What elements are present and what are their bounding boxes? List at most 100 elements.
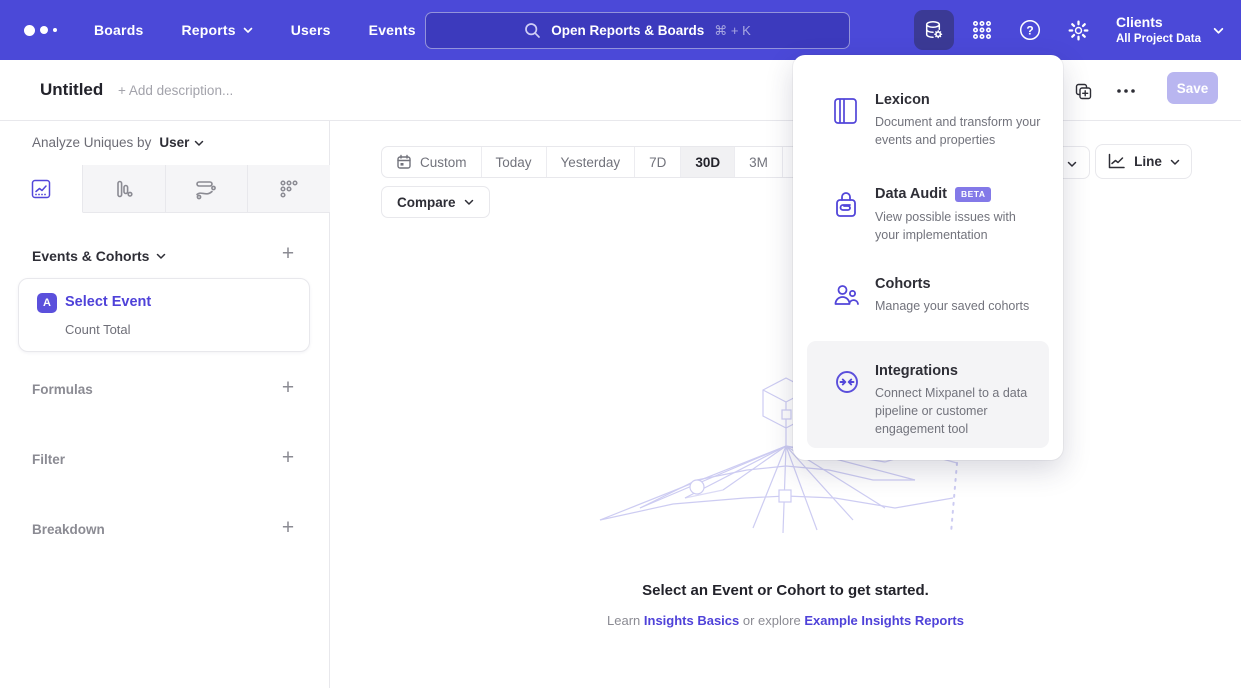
date-range-today-label: Today xyxy=(496,155,532,170)
data-management-button[interactable] xyxy=(914,10,954,50)
search-shortcut: ⌘ + K xyxy=(714,23,751,39)
line-chart-tab-icon xyxy=(30,178,52,200)
event-card[interactable]: A Select Event Count Total xyxy=(18,278,310,352)
events-cohorts-label: Events & Cohorts xyxy=(32,248,149,264)
more-options-button[interactable] xyxy=(1113,78,1139,104)
settings-button[interactable] xyxy=(1058,10,1098,50)
date-range-yesterday[interactable]: Yesterday xyxy=(547,147,636,177)
learn-prefix: Learn xyxy=(607,613,644,628)
add-filter-button[interactable]: + xyxy=(276,446,300,470)
empty-state-links: Learn Insights Basics or explore Example… xyxy=(330,613,1241,628)
search-icon xyxy=(524,22,541,39)
cohorts-people-icon xyxy=(833,282,859,310)
menu-item-cohorts-title: Cohorts xyxy=(875,276,931,292)
analyze-value: User xyxy=(159,135,189,150)
help-button[interactable]: ? xyxy=(1010,10,1050,50)
nav-item-events[interactable]: Events xyxy=(357,14,428,46)
duplicate-report-button[interactable] xyxy=(1070,78,1096,104)
date-range-custom[interactable]: Custom xyxy=(382,147,482,177)
breakdown-section-label: Breakdown xyxy=(32,522,105,537)
beta-badge: BETA xyxy=(955,187,992,202)
search-placeholder: Open Reports & Boards xyxy=(551,23,704,38)
ellipsis-icon xyxy=(1116,88,1136,94)
nav-item-boards[interactable]: Boards xyxy=(82,14,155,46)
data-management-menu: Lexicon Document and transform your even… xyxy=(793,55,1063,460)
menu-item-lexicon[interactable]: Lexicon Document and transform your even… xyxy=(807,85,1049,175)
add-description-field[interactable]: + Add description... xyxy=(118,83,233,98)
duplicate-icon xyxy=(1074,82,1093,101)
tab-metric-chart[interactable] xyxy=(248,165,330,213)
nav-item-boards-label: Boards xyxy=(94,22,143,38)
count-total-dropdown[interactable]: Count Total xyxy=(65,322,131,337)
lexicon-book-icon xyxy=(833,97,859,125)
filter-section-label: Filter xyxy=(32,452,65,467)
menu-item-integrations-title: Integrations xyxy=(875,363,958,379)
tab-line-chart[interactable] xyxy=(0,165,83,213)
apps-grid-icon xyxy=(971,19,993,41)
line-chart-icon xyxy=(1107,153,1126,170)
select-event-label[interactable]: Select Event xyxy=(65,294,151,310)
nav-item-events-label: Events xyxy=(369,22,416,38)
date-range-custom-label: Custom xyxy=(420,155,467,170)
date-range-3m-label: 3M xyxy=(749,155,768,170)
save-button[interactable]: Save xyxy=(1167,72,1218,104)
add-breakdown-button[interactable]: + xyxy=(276,516,300,540)
analyze-label: Analyze Uniques by xyxy=(32,135,151,150)
tab-bar-chart[interactable] xyxy=(83,165,166,213)
top-nav: Boards Reports Users Events Open Reports… xyxy=(0,0,1241,60)
project-name: All Project Data xyxy=(1116,32,1201,46)
menu-item-data-audit-title: Data Audit BETA xyxy=(875,186,991,202)
menu-item-data-audit[interactable]: Data Audit BETA View possible issues wit… xyxy=(807,177,1049,267)
chevron-down-icon xyxy=(1067,159,1077,169)
insights-basics-link[interactable]: Insights Basics xyxy=(644,613,739,628)
menu-item-cohorts-description: Manage your saved cohorts xyxy=(875,297,1043,315)
org-name: Clients xyxy=(1116,14,1201,32)
settings-gear-icon xyxy=(1067,19,1090,42)
compare-dropdown[interactable]: Compare xyxy=(381,186,490,218)
nav-item-users-label: Users xyxy=(291,22,331,38)
or-explore-text: or explore xyxy=(739,613,804,628)
chevron-down-icon xyxy=(243,25,253,35)
date-range-30d[interactable]: 30D xyxy=(681,147,735,177)
calendar-icon xyxy=(396,154,412,170)
date-range-today[interactable]: Today xyxy=(482,147,547,177)
project-switcher[interactable]: Clients All Project Data xyxy=(1116,14,1223,46)
date-range-control: Custom Today Yesterday 7D 30D 3M 6M xyxy=(381,146,831,178)
metric-chart-tab-icon xyxy=(278,178,300,200)
bar-chart-tab-icon xyxy=(113,178,135,200)
nav-item-users[interactable]: Users xyxy=(279,14,343,46)
apps-grid-button[interactable] xyxy=(962,10,1002,50)
analyze-value-dropdown[interactable]: User xyxy=(159,135,204,150)
menu-item-lexicon-description: Document and transform your events and p… xyxy=(875,113,1043,149)
flow-chart-tab-icon xyxy=(194,178,218,200)
chevron-down-icon xyxy=(194,138,204,148)
nav-item-reports-label: Reports xyxy=(181,22,235,38)
menu-item-integrations[interactable]: Integrations Connect Mixpanel to a data … xyxy=(807,341,1049,448)
formulas-section-label: Formulas xyxy=(32,382,93,397)
mixpanel-logo-icon[interactable] xyxy=(24,25,68,36)
example-insights-reports-link[interactable]: Example Insights Reports xyxy=(804,613,964,628)
chevron-down-icon xyxy=(1170,157,1180,167)
menu-item-integrations-description: Connect Mixpanel to a data pipeline or c… xyxy=(875,384,1043,438)
chart-type-tabs xyxy=(0,165,330,213)
empty-state-title: Select an Event or Cohort to get started… xyxy=(330,582,1241,599)
date-range-7d[interactable]: 7D xyxy=(635,147,681,177)
chart-style-dropdown[interactable]: Line xyxy=(1095,144,1192,179)
events-cohorts-header[interactable]: Events & Cohorts xyxy=(32,248,166,264)
help-icon: ? xyxy=(1018,18,1042,42)
data-audit-icon xyxy=(833,191,859,219)
chevron-down-icon xyxy=(156,251,166,261)
date-range-3m[interactable]: 3M xyxy=(735,147,783,177)
add-event-button[interactable]: + xyxy=(276,242,300,266)
add-formula-button[interactable]: + xyxy=(276,376,300,400)
menu-item-data-audit-description: View possible issues with your implement… xyxy=(875,208,1043,244)
query-builder-sidebar: Analyze Uniques by User xyxy=(0,121,330,688)
report-title[interactable]: Untitled xyxy=(40,80,103,100)
menu-item-cohorts[interactable]: Cohorts Manage your saved cohorts xyxy=(807,270,1049,345)
nav-item-reports[interactable]: Reports xyxy=(169,14,264,46)
global-search-input[interactable]: Open Reports & Boards ⌘ + K xyxy=(425,12,850,49)
chevron-down-icon xyxy=(1213,25,1223,35)
tab-flow-chart[interactable] xyxy=(166,165,249,213)
nav-tools: ? Clients All Project Data xyxy=(914,0,1241,60)
compare-label: Compare xyxy=(397,195,456,210)
